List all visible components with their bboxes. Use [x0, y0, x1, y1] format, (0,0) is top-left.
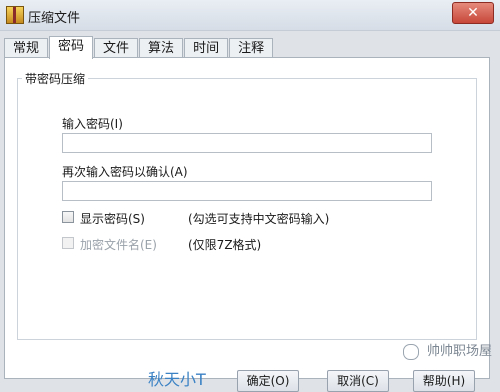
tab-files[interactable]: 文件	[94, 38, 139, 59]
winrar-icon	[6, 6, 24, 24]
password-tab-panel: 带密码压缩 输入密码(I) 再次输入密码以确认(A) 显示密码(S) (勾选可支…	[4, 57, 490, 392]
watermark: 帅帅职场屋	[402, 340, 492, 360]
tab-general[interactable]: 常规	[4, 38, 49, 59]
close-button[interactable]: ✕	[452, 2, 494, 24]
tab-time[interactable]: 时间	[184, 38, 229, 59]
watermark-text: 帅帅职场屋	[426, 344, 492, 359]
tab-password[interactable]: 密码	[49, 36, 94, 59]
overlay-text: 秋天小T	[148, 370, 206, 389]
group-title: 带密码压缩	[22, 70, 89, 87]
show-password-hint: (勾选可支持中文密码输入)	[188, 212, 330, 226]
confirm-password-input[interactable]	[62, 181, 432, 201]
title-bar: 压缩文件 ✕	[0, 0, 500, 31]
confirm-password-label: 再次输入密码以确认(A)	[62, 165, 188, 179]
show-password-label: 显示密码(S)	[80, 212, 145, 226]
encrypt-filenames-checkbox[interactable]	[62, 237, 74, 249]
help-button[interactable]: 帮助(H)	[413, 370, 475, 392]
ok-button[interactable]: 确定(O)	[237, 370, 299, 392]
wechat-icon	[402, 343, 419, 360]
password-groupbox: 带密码压缩 输入密码(I) 再次输入密码以确认(A) 显示密码(S) (勾选可支…	[17, 70, 477, 340]
window-title: 压缩文件	[28, 11, 81, 26]
encrypt-filenames-hint: (仅限7Z格式)	[188, 238, 262, 252]
tab-comment[interactable]: 注释	[229, 38, 274, 59]
cancel-button[interactable]: 取消(C)	[327, 370, 389, 392]
password-label: 输入密码(I)	[62, 117, 123, 131]
tab-strip: 常规 密码 文件 算法 时间 注释	[4, 36, 274, 59]
password-input[interactable]	[62, 133, 432, 153]
encrypt-filenames-label: 加密文件名(E)	[80, 238, 157, 252]
show-password-checkbox[interactable]	[62, 211, 74, 223]
tab-algorithm[interactable]: 算法	[139, 38, 184, 59]
